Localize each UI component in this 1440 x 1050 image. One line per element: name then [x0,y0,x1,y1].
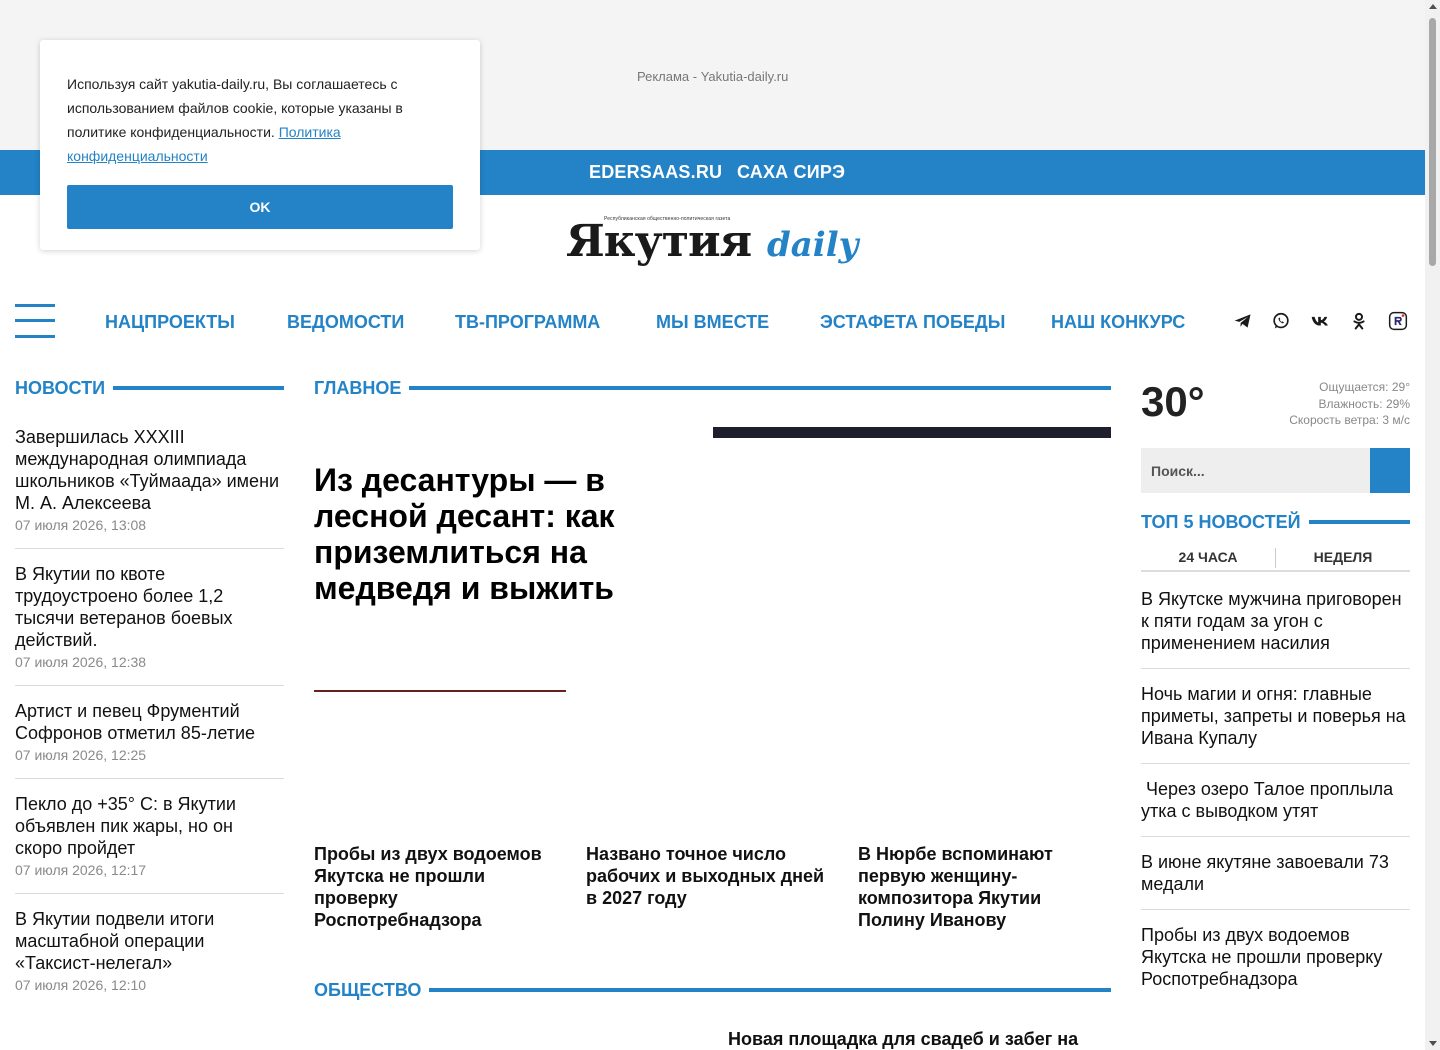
list-item[interactable]: Завершилась XXXIII международная олимпиа… [15,426,284,549]
cookie-text-block: Используя сайт yakutia-daily.ru, Вы согл… [67,72,457,168]
top5-tabs: 24 ЧАСА НЕДЕЛЯ [1141,546,1410,572]
top5-heading-text: ТОП 5 НОВОСТЕЙ [1141,511,1301,532]
list-item[interactable]: Через озеро Талое проплыла утка с выводк… [1141,778,1410,837]
nav-item-estafeta-pobedy[interactable]: ЭСТАФЕТА ПОБЕДЫ [820,312,1005,333]
society-teaser-title[interactable]: Новая площадка для свадеб и забег на [728,1029,1078,1050]
ad-label: Реклама - Yakutia-daily.ru [637,69,789,84]
search-input[interactable] [1141,448,1370,493]
list-item[interactable]: Ночь магии и огня: главные приметы, запр… [1141,683,1410,764]
news-item-date: 07 июля 2026, 12:38 [15,654,147,670]
top5-section-heading: ТОП 5 НОВОСТЕЙ [1141,512,1410,532]
nav-item-tv-programma[interactable]: ТВ-ПРОГРАММА [455,312,600,333]
news-item-date: 07 июля 2026, 13:08 [15,517,147,533]
nav-item-my-vmeste[interactable]: МЫ ВМЕСТЕ [656,312,769,333]
sub-news-item[interactable]: Пробы из двух водоемов Якутска не прошли… [314,843,564,931]
news-list: Завершилась XXXIII международная олимпиа… [15,426,284,1022]
lead-article-title[interactable]: Из десантуры — в лесной десант: как приз… [314,462,694,606]
nav-item-vedomosti[interactable]: ВЕДОМОСТИ [287,312,404,333]
menu-icon[interactable] [15,304,55,338]
cookie-message: Используя сайт yakutia-daily.ru, Вы согл… [67,76,403,140]
news-heading-text[interactable]: НОВОСТИ [15,378,113,399]
society-section-heading: ОБЩЕСТВО [314,980,1111,1000]
news-item-title[interactable]: Завершилась XXXIII международная олимпиа… [15,426,284,514]
news-item-title[interactable]: В Якутии по квоте трудоустроено более 1,… [15,563,284,651]
news-item-date: 07 июля 2026, 12:17 [15,862,147,878]
logo-accent-text: daily [767,225,859,265]
whatsapp-icon[interactable] [1270,310,1292,332]
tab-week[interactable]: НЕДЕЛЯ [1276,546,1410,570]
list-item[interactable]: В Якутске мужчина приговорен к пяти года… [1141,588,1410,669]
weather-details: Ощущается: 29° Влажность: 29% Скорость в… [1289,379,1410,429]
nav-item-nash-konkurs[interactable]: НАШ КОНКУРС [1051,312,1185,333]
news-item-date: 07 июля 2026, 12:25 [15,747,147,763]
cookie-ok-button[interactable]: OK [67,185,453,229]
list-item[interactable]: Пекло до +35° С: в Якутии объявлен пик ж… [15,793,284,894]
list-item[interactable]: В Якутии подвели итоги масштабной операц… [15,908,284,1008]
society-heading-text[interactable]: ОБЩЕСТВО [314,980,429,1001]
news-item-title[interactable]: Пекло до +35° С: в Якутии объявлен пик ж… [15,793,284,859]
cookie-consent-dialog: Используя сайт yakutia-daily.ru, Вы согл… [40,40,480,250]
logo-main-text: Якутия [566,216,752,267]
main-section-heading: ГЛАВНОЕ [314,378,1111,398]
scroll-down-icon[interactable] [1429,1041,1437,1046]
weather-humidity: Влажность: 29% [1318,396,1410,411]
list-item[interactable]: В Якутии по квоте трудоустроено более 1,… [15,563,284,686]
scroll-up-icon[interactable] [1429,4,1437,9]
sub-news-item[interactable]: В Нюрбе вспоминают первую женщину-композ… [858,843,1110,931]
scroll-thumb[interactable] [1429,18,1436,266]
weather-wind: Скорость ветра: 3 м/с [1289,413,1410,427]
vk-icon[interactable] [1309,310,1331,332]
sub-news-item[interactable]: Названо точное число рабочих и выходных … [586,843,836,909]
list-item[interactable]: Пробы из двух водоемов Якутска не прошли… [1141,924,1410,1004]
tab-24h[interactable]: 24 ЧАСА [1141,546,1275,570]
nav-item-natsproekty[interactable]: НАЦПРОЕКТЫ [105,312,235,333]
telegram-icon[interactable] [1232,310,1254,332]
weather-feels: Ощущается: 29° [1319,380,1410,394]
site-logo[interactable]: Республиканская общественно-политическая… [566,214,866,270]
list-item[interactable]: Артист и певец Фрументий Софронов отмети… [15,700,284,779]
weather-temperature: 30° [1141,378,1205,425]
page-scrollbar[interactable] [1425,0,1440,1050]
news-section-heading: НОВОСТИ [15,378,284,398]
lead-divider [314,690,566,692]
search-button[interactable] [1370,448,1410,493]
top5-list: В Якутске мужчина приговорен к пяти года… [1141,588,1410,1018]
news-item-title[interactable]: Артист и певец Фрументий Софронов отмети… [15,700,284,744]
odnoklassniki-icon[interactable] [1348,310,1370,332]
search-form [1141,448,1410,493]
topbar-link-edersaas[interactable]: EDERSAAS.RU [589,162,722,183]
rutube-icon[interactable] [1387,310,1409,332]
topbar-link-sakha-sire[interactable]: САХА СИРЭ [737,162,845,183]
news-item-title[interactable]: В Якутии подвели итоги масштабной операц… [15,908,284,974]
lead-article-image[interactable] [713,427,1111,438]
news-item-date: 07 июля 2026, 12:10 [15,977,147,993]
main-heading-text[interactable]: ГЛАВНОЕ [314,378,409,399]
list-item[interactable]: В июне якутяне завоевали 73 медали [1141,851,1410,910]
